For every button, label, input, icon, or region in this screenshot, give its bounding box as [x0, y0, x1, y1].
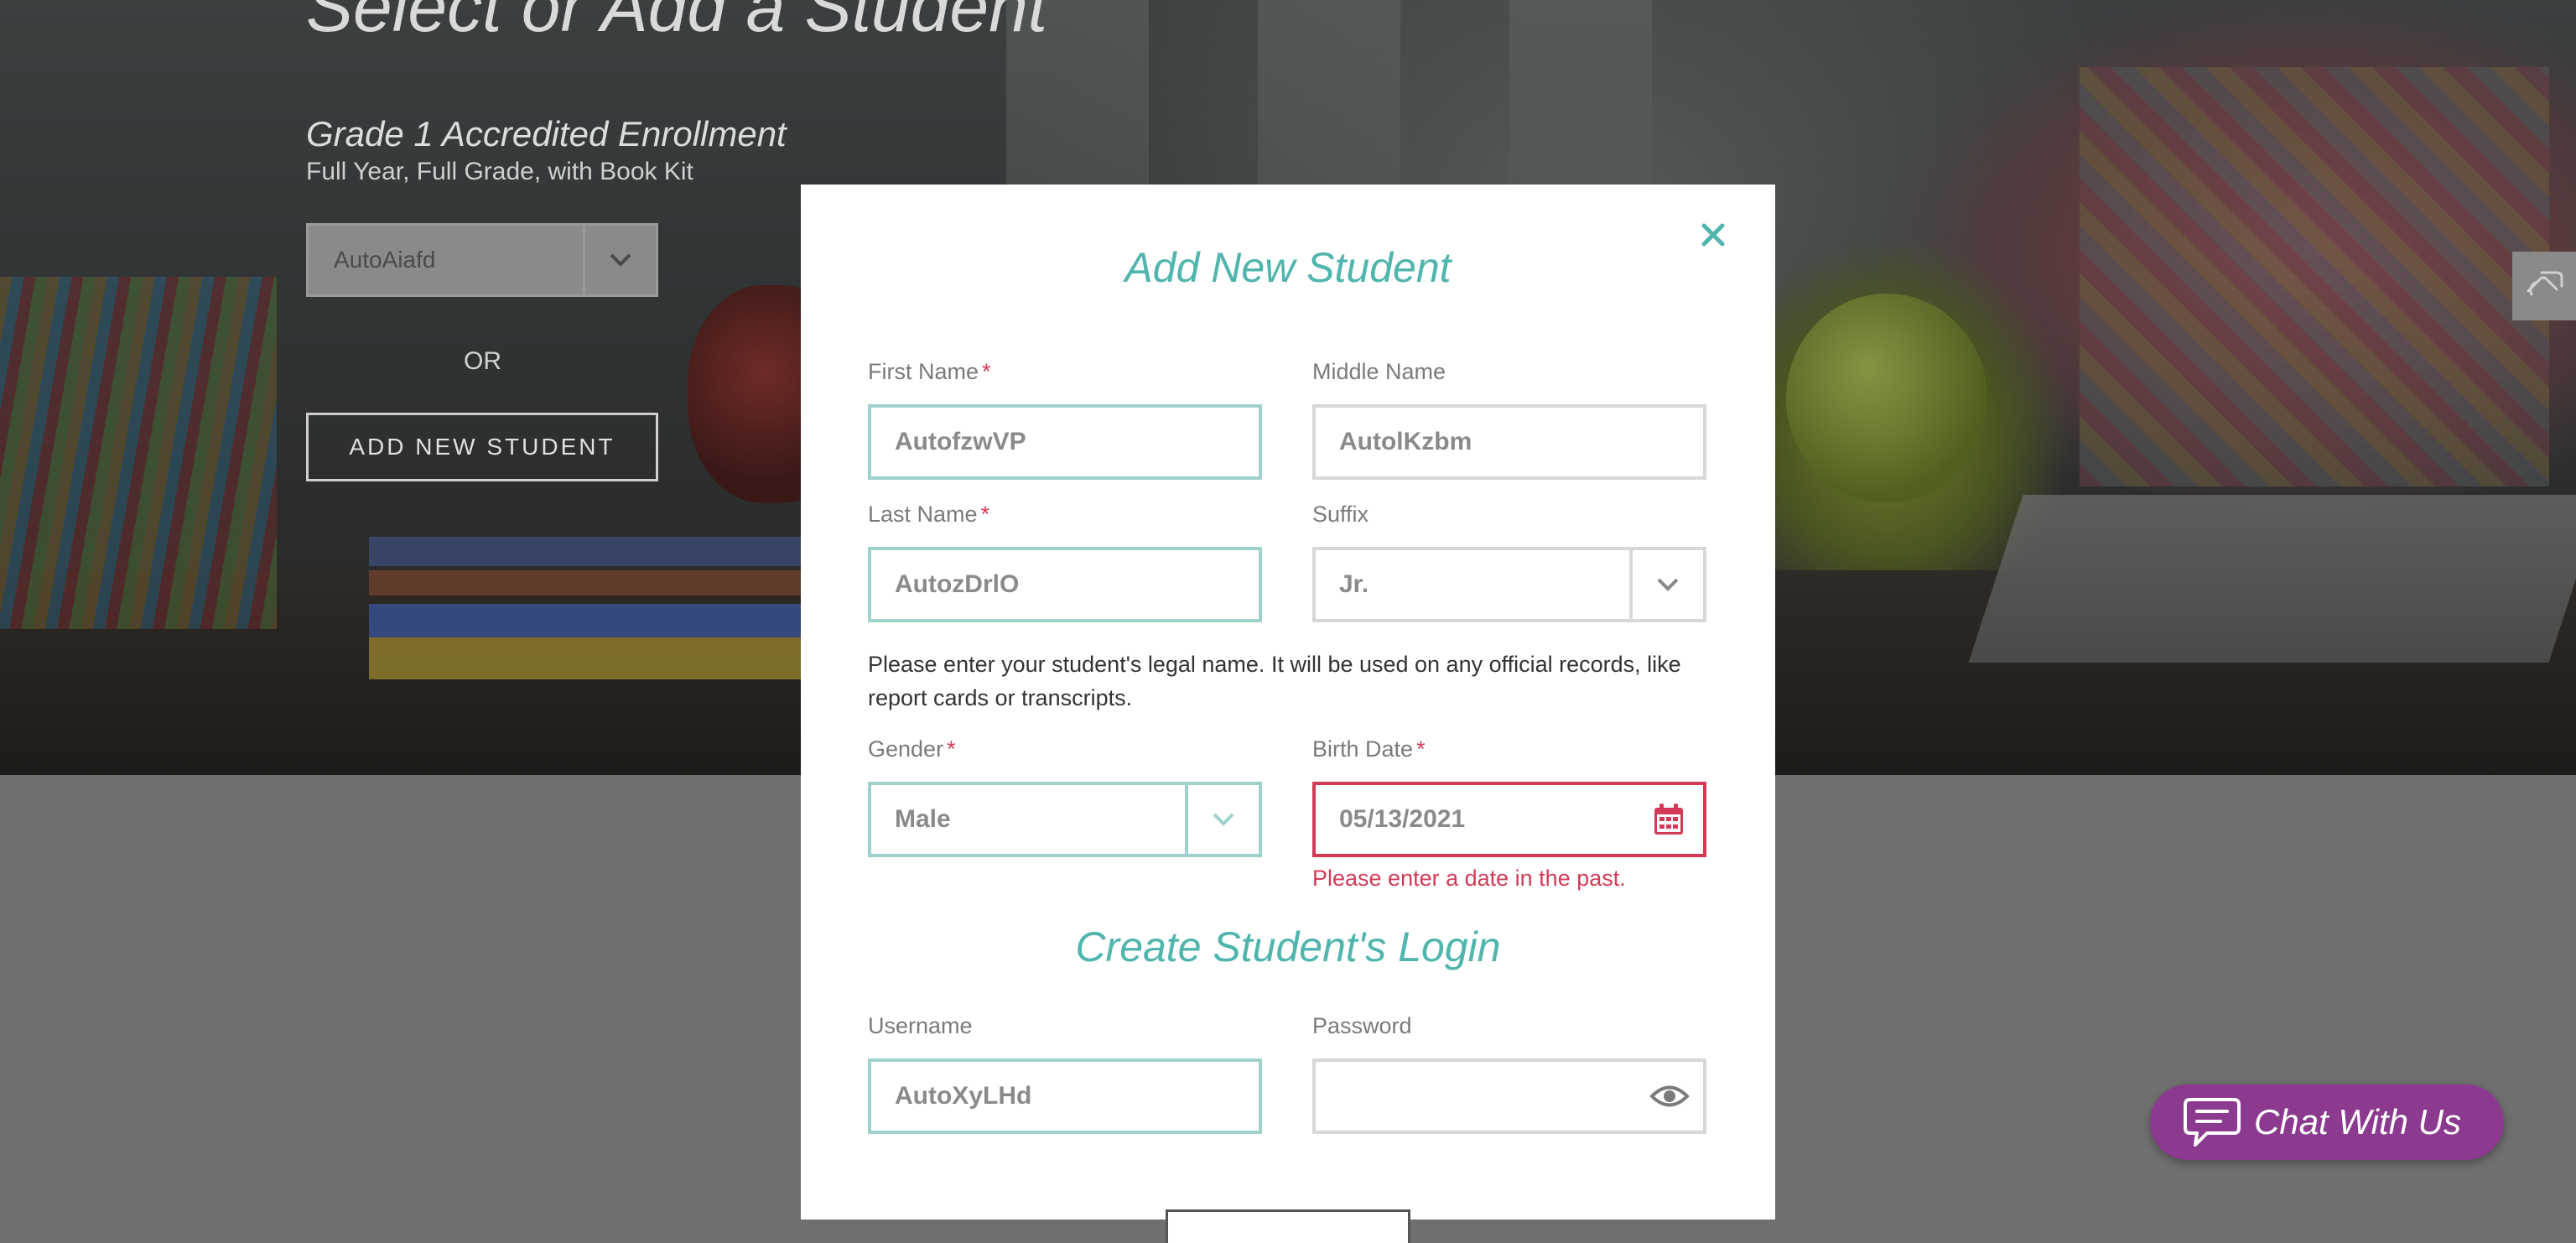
add-new-student-button[interactable]: ADD NEW STUDENT: [306, 413, 658, 481]
enrollment-title: Grade 1 Accredited Enrollment: [306, 114, 787, 153]
decorative-apple: [1786, 294, 1987, 503]
add-student-modal: Add New Student First Name* Middle Name …: [801, 185, 1775, 1243]
suffix-select[interactable]: Jr.: [1312, 547, 1706, 622]
chat-bubble-icon: [2182, 1095, 2242, 1150]
student-select-value: AutoAiafd: [334, 247, 436, 273]
enrollment-subtitle: Full Year, Full Grade, with Book Kit: [306, 158, 693, 185]
middle-name-label: Middle Name: [1312, 359, 1446, 384]
modal-title: Add New Student: [1124, 244, 1452, 291]
required-marker: *: [947, 736, 956, 762]
suffix-label: Suffix: [1312, 502, 1369, 527]
birth-date-label: Birth Date *: [1312, 736, 1426, 762]
required-marker: *: [980, 502, 990, 527]
first-name-input[interactable]: [868, 404, 1262, 480]
chat-label: Chat With Us: [2254, 1102, 2462, 1142]
username-label: Username: [868, 1013, 973, 1038]
hand-tool-icon: [2523, 266, 2565, 307]
eye-icon[interactable]: [1646, 1075, 1693, 1117]
gender-label: Gender *: [868, 736, 956, 762]
decorative-tin: [2080, 67, 2549, 486]
submit-button[interactable]: [1166, 1209, 1410, 1243]
decorative-pencils: [0, 277, 277, 629]
gender-select[interactable]: Male: [868, 782, 1262, 857]
suffix-select-value: Jr.: [1339, 570, 1369, 598]
last-name-label: Last Name *: [868, 502, 989, 528]
student-select[interactable]: AutoAiafd: [306, 223, 658, 297]
required-marker: *: [1416, 736, 1426, 762]
gender-select-value: Male: [895, 805, 951, 833]
decorative-open-book: [1968, 495, 2576, 663]
first-name-label-text: First Name: [868, 359, 979, 384]
first-name-label: First Name *: [868, 359, 991, 385]
or-divider: OR: [464, 347, 501, 375]
gender-label-text: Gender: [868, 736, 944, 762]
chevron-down-icon[interactable]: [1629, 550, 1703, 619]
chat-with-us-button[interactable]: Chat With Us: [2150, 1084, 2504, 1160]
legal-name-help-text: Please enter your student's legal name. …: [868, 652, 1681, 710]
required-marker: *: [982, 359, 991, 384]
page-title: Select or Add a Student: [306, 0, 1048, 46]
birth-date-label-text: Birth Date: [1312, 736, 1414, 762]
username-input[interactable]: [868, 1058, 1262, 1134]
calendar-icon[interactable]: [1648, 798, 1690, 840]
chevron-down-icon[interactable]: [1185, 785, 1259, 854]
last-name-label-text: Last Name: [868, 502, 978, 527]
password-label: Password: [1312, 1013, 1412, 1038]
decorative-books: [369, 503, 839, 679]
chevron-down-icon[interactable]: [583, 226, 656, 294]
side-tab[interactable]: [2512, 252, 2576, 320]
birth-date-error: Please enter a date in the past.: [1312, 866, 1626, 891]
middle-name-input[interactable]: [1312, 404, 1706, 480]
last-name-input[interactable]: [868, 547, 1262, 622]
login-section-title: Create Student's Login: [1075, 923, 1501, 970]
